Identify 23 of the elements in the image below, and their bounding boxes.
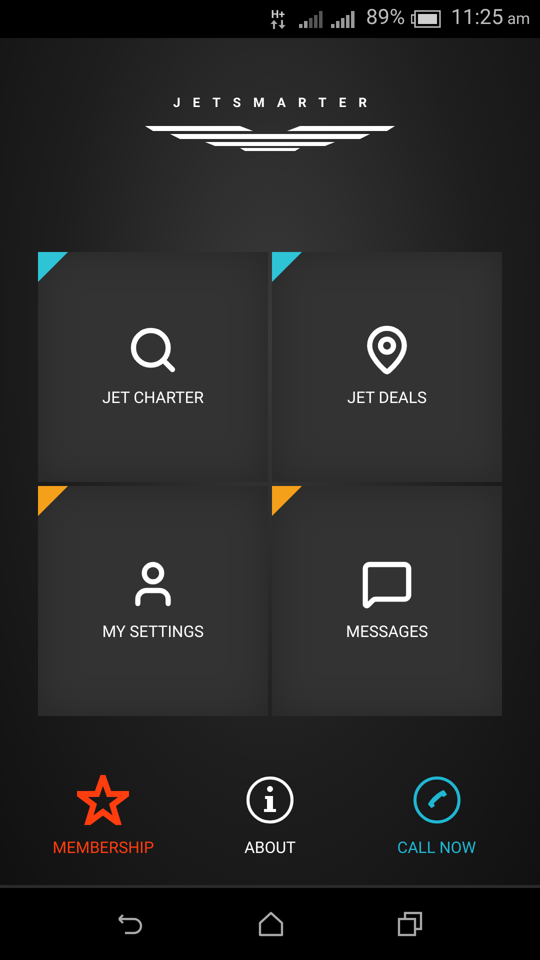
wings-logo-icon <box>145 124 395 152</box>
signal-icon <box>330 10 356 28</box>
menu-tile[interactable]: MESSAGES <box>272 486 502 716</box>
back-icon <box>116 913 145 935</box>
menu-tile[interactable]: JET DEALS <box>272 252 502 482</box>
data-arrows-icon <box>270 20 286 29</box>
home-icon <box>258 911 284 937</box>
action-button[interactable]: CALL NOW <box>362 774 512 860</box>
menu-tile[interactable]: JET CHARTER <box>38 252 268 482</box>
recent-apps-icon <box>397 911 424 937</box>
action-button[interactable]: MEMBERSHIP <box>28 774 178 860</box>
clock-meridiem: am <box>507 8 530 30</box>
network-type: H+ <box>271 9 285 20</box>
star-icon <box>77 774 130 824</box>
action-button[interactable]: ABOUT <box>194 774 345 860</box>
battery-percent: 89% <box>366 5 405 32</box>
logo-wordmark: JETSMARTER <box>172 95 380 113</box>
menu-tile[interactable]: MY SETTINGS <box>38 486 268 716</box>
battery-icon <box>410 10 441 28</box>
clock-time: 11:25 <box>450 5 504 32</box>
phone-icon <box>412 776 461 824</box>
signal-icon <box>298 10 324 28</box>
info-icon <box>246 776 294 824</box>
